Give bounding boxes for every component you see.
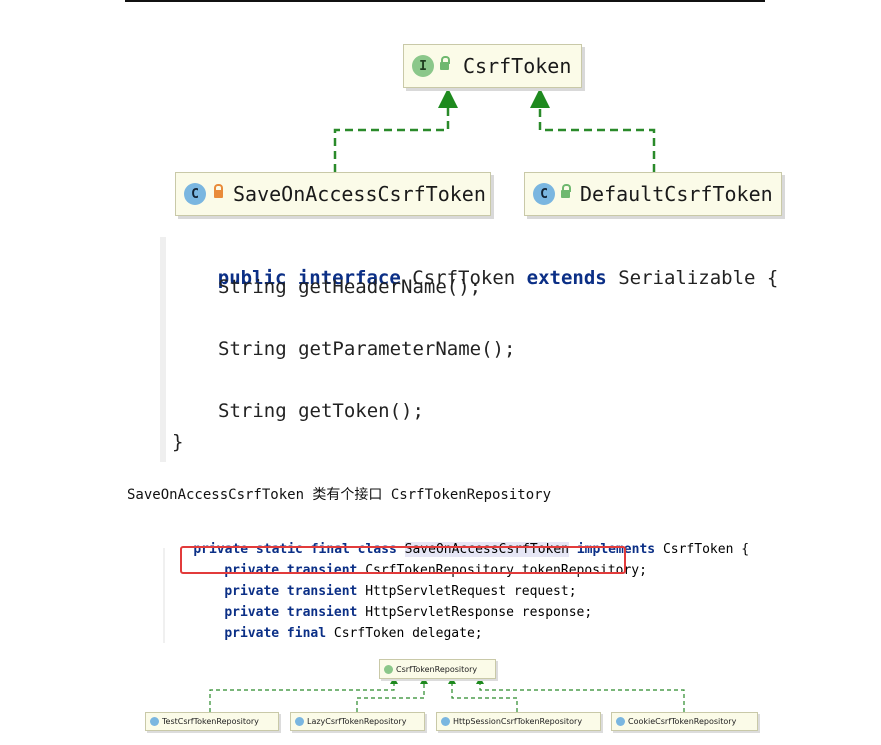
class-icon (295, 717, 304, 726)
class-icon (150, 717, 159, 726)
uml-class-cookie-repo[interactable]: CookieCsrfTokenRepository (611, 712, 758, 731)
class-icon (441, 717, 450, 726)
interface-icon (384, 664, 393, 674)
interface-name: CsrfTokenRepository (396, 664, 478, 674)
uml-class-test-repo[interactable]: TestCsrfTokenRepository (145, 712, 279, 731)
class-name: TestCsrfTokenRepository (162, 717, 259, 726)
class-name: CookieCsrfTokenRepository (628, 717, 737, 726)
class-icon (616, 717, 625, 726)
bottom-uml-connectors (209, 677, 685, 712)
class-name: LazyCsrfTokenRepository (307, 717, 407, 726)
uml-class-lazy-repo[interactable]: LazyCsrfTokenRepository (290, 712, 425, 731)
class-name: HttpSessionCsrfTokenRepository (453, 717, 583, 726)
uml-interface-csrftokenrepository[interactable]: CsrfTokenRepository (379, 659, 496, 679)
uml-class-httpsession-repo[interactable]: HttpSessionCsrfTokenRepository (436, 712, 601, 731)
